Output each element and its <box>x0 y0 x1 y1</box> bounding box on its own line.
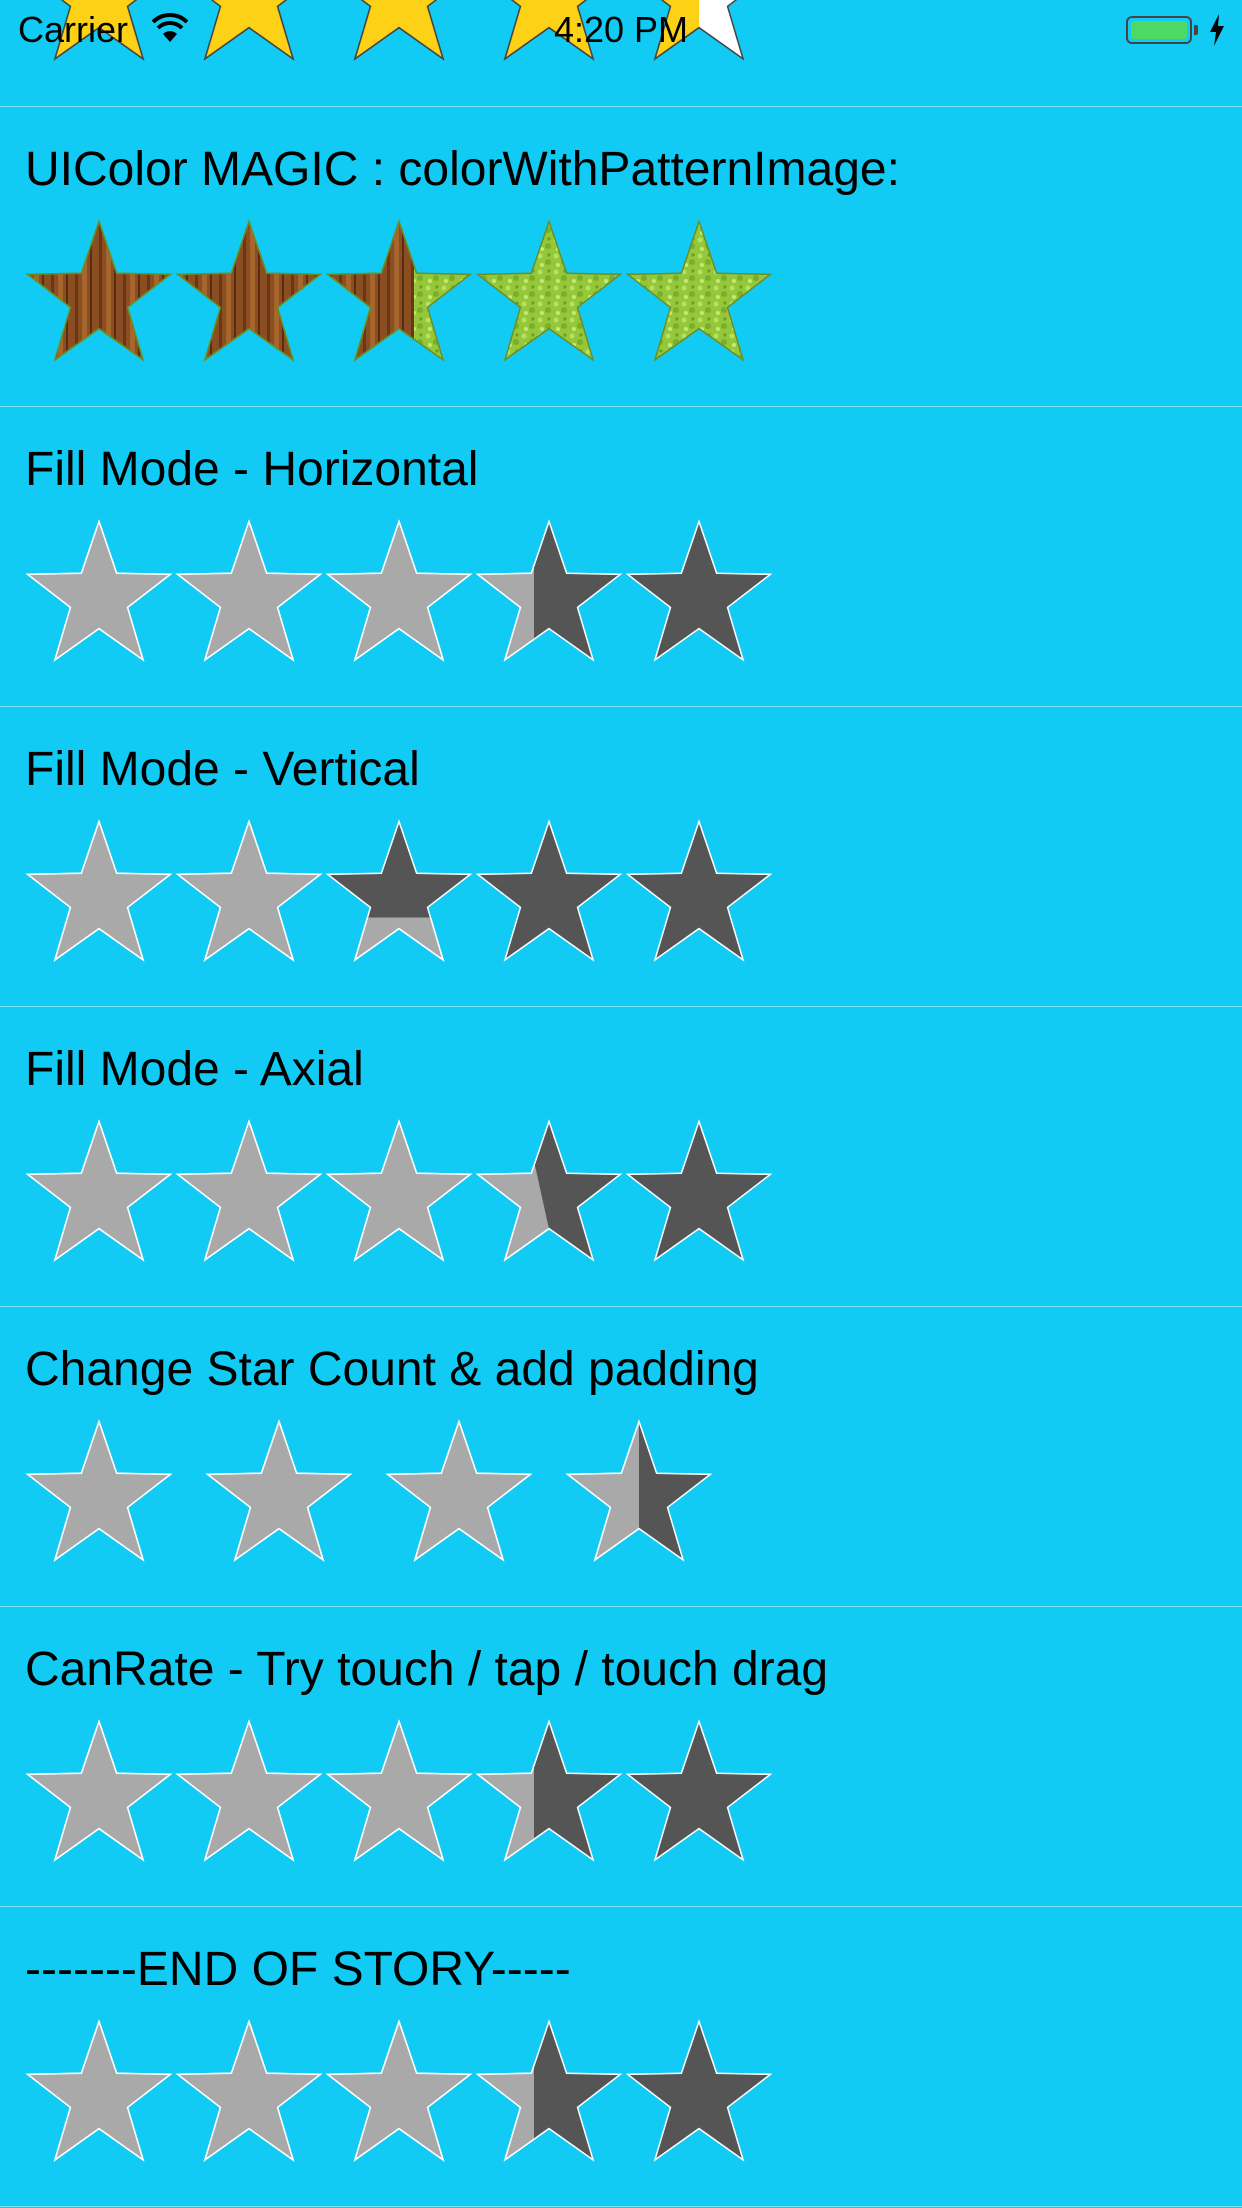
cell-title: Change Star Count & add padding <box>25 1343 759 1396</box>
cell-title: Fill Mode - Vertical <box>25 743 420 796</box>
rating-cell-axial: Fill Mode - Axial <box>0 1007 1242 1307</box>
rating-cell-pattern: UIColor MAGIC : colorWithPatternImage: <box>0 107 1242 407</box>
rating-cell-star-count: Change Star Count & add padding <box>0 1307 1242 1607</box>
star-rating-end[interactable] <box>24 2019 774 2170</box>
star-3[interactable] <box>385 1419 533 1562</box>
cell-title: CanRate - Try touch / tap / touch drag <box>25 1643 829 1696</box>
battery-level <box>1131 21 1187 39</box>
star-4[interactable] <box>475 2019 623 2162</box>
rating-cell-can-rate: CanRate - Try touch / tap / touch drag <box>0 1607 1242 1907</box>
star-1[interactable] <box>25 819 173 962</box>
star-4[interactable] <box>475 1119 623 1262</box>
star-5[interactable] <box>625 519 773 662</box>
cell-title: -------END OF STORY----- <box>25 1943 571 1996</box>
star-2[interactable] <box>175 819 323 962</box>
star-5[interactable] <box>625 219 773 362</box>
star-4[interactable] <box>565 1419 713 1562</box>
star-rating-axial[interactable] <box>24 1119 774 1270</box>
star-1[interactable] <box>25 219 173 362</box>
star-5[interactable] <box>625 2019 773 2162</box>
star-rating-pattern[interactable] <box>24 219 774 370</box>
star-5[interactable] <box>625 1719 773 1862</box>
rating-cell-vertical: Fill Mode - Vertical <box>0 707 1242 1007</box>
battery-nub <box>1194 25 1198 35</box>
star-rating-can-rate[interactable] <box>24 1719 774 1870</box>
star-1[interactable] <box>25 1719 173 1862</box>
status-bar: Carrier 4:20 PM <box>0 0 1242 60</box>
star-5[interactable] <box>625 819 773 962</box>
star-rating-vertical[interactable] <box>24 819 774 970</box>
star-3[interactable] <box>325 219 473 362</box>
star-1[interactable] <box>25 1119 173 1262</box>
star-4[interactable] <box>475 819 623 962</box>
bolt-icon <box>1210 14 1224 46</box>
star-rating-horizontal[interactable] <box>24 519 774 670</box>
star-3[interactable] <box>325 819 473 962</box>
star-2[interactable] <box>175 219 323 362</box>
star-3[interactable] <box>325 2019 473 2162</box>
star-2[interactable] <box>175 2019 323 2162</box>
star-2[interactable] <box>175 1119 323 1262</box>
star-rating-padded[interactable] <box>24 1419 774 1570</box>
star-5[interactable] <box>625 1119 773 1262</box>
star-4[interactable] <box>475 219 623 362</box>
star-1[interactable] <box>25 2019 173 2162</box>
star-4[interactable] <box>475 1719 623 1862</box>
star-3[interactable] <box>325 519 473 662</box>
star-2[interactable] <box>175 1719 323 1862</box>
rating-cell-horizontal: Fill Mode - Horizontal <box>0 407 1242 707</box>
rating-cell-end: -------END OF STORY----- <box>0 1907 1242 2207</box>
star-2[interactable] <box>175 519 323 662</box>
rating-demo-app: Carrier 4:20 PM UIColor MAGIC : colorWit… <box>0 0 1242 2208</box>
star-1[interactable] <box>25 1419 173 1562</box>
star-1[interactable] <box>25 519 173 662</box>
status-time: 4:20 PM <box>553 9 689 50</box>
star-3[interactable] <box>325 1719 473 1862</box>
cell-title: UIColor MAGIC : colorWithPatternImage: <box>25 143 900 196</box>
star-4[interactable] <box>475 519 623 662</box>
battery-icon <box>1126 16 1192 44</box>
star-2[interactable] <box>205 1419 353 1562</box>
cell-title: Fill Mode - Axial <box>25 1043 364 1096</box>
star-3[interactable] <box>325 1119 473 1262</box>
cell-title: Fill Mode - Horizontal <box>25 443 479 496</box>
